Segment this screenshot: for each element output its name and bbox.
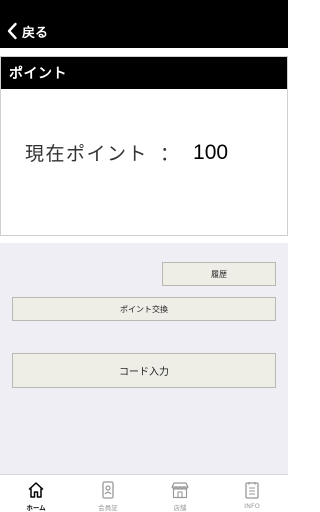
member-card-icon bbox=[102, 481, 114, 499]
tab-info[interactable]: INFO bbox=[216, 475, 288, 512]
back-button[interactable]: 戻る bbox=[6, 21, 48, 41]
points-card: ポイント 現在ポイント ： 100 bbox=[0, 56, 288, 236]
points-card-header: ポイント bbox=[1, 57, 287, 89]
tab-store-label: 店舗 bbox=[173, 504, 187, 512]
tab-member-card-label: 会員証 bbox=[98, 504, 118, 512]
store-icon bbox=[171, 482, 189, 499]
points-separator: ： bbox=[160, 143, 180, 165]
bottom-tab-bar: ホーム 会員証 店舗 INFO bbox=[0, 474, 288, 512]
tab-home[interactable]: ホーム bbox=[0, 475, 72, 512]
code-input-button[interactable]: コード入力 bbox=[12, 353, 276, 388]
tab-member-card[interactable]: 会員証 bbox=[72, 475, 144, 512]
back-label: 戻る bbox=[22, 25, 49, 41]
point-exchange-button[interactable]: ポイント交換 bbox=[12, 297, 276, 321]
current-points-row: 現在ポイント ： 100 bbox=[25, 139, 228, 166]
chevron-left-icon bbox=[7, 22, 17, 40]
tab-store[interactable]: 店舗 bbox=[144, 475, 216, 512]
top-bar: 戻る bbox=[0, 0, 288, 48]
points-card-title: ポイント bbox=[9, 66, 67, 82]
history-button[interactable]: 履歴 bbox=[162, 262, 276, 286]
current-points-value: 100 bbox=[193, 140, 229, 164]
current-points-label: 現在ポイント bbox=[25, 143, 149, 165]
info-list-icon bbox=[245, 482, 259, 499]
home-icon bbox=[28, 482, 44, 498]
tab-info-label: INFO bbox=[244, 502, 260, 510]
tab-home-label: ホーム bbox=[26, 504, 46, 512]
header-spacer bbox=[0, 48, 288, 56]
actions-panel: 履歴 ポイント交換 コード入力 bbox=[0, 243, 288, 474]
